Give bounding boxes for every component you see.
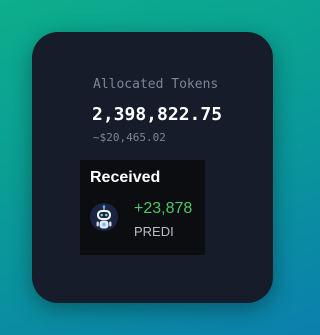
allocated-tokens-label: Allocated Tokens <box>93 77 219 92</box>
allocated-tokens-amount: 2,398,822.75 <box>92 104 223 125</box>
received-panel: Received +23,878 PREDI <box>80 160 205 255</box>
allocated-tokens-usd-value: ~$20,465.02 <box>93 131 166 144</box>
received-amount: +23,878 <box>134 200 193 217</box>
received-token-symbol: PREDI <box>134 224 174 239</box>
received-title: Received <box>90 169 161 186</box>
token-card: Allocated Tokens 2,398,822.75 ~$20,465.0… <box>32 32 273 303</box>
robot-mascot-icon <box>90 203 118 231</box>
